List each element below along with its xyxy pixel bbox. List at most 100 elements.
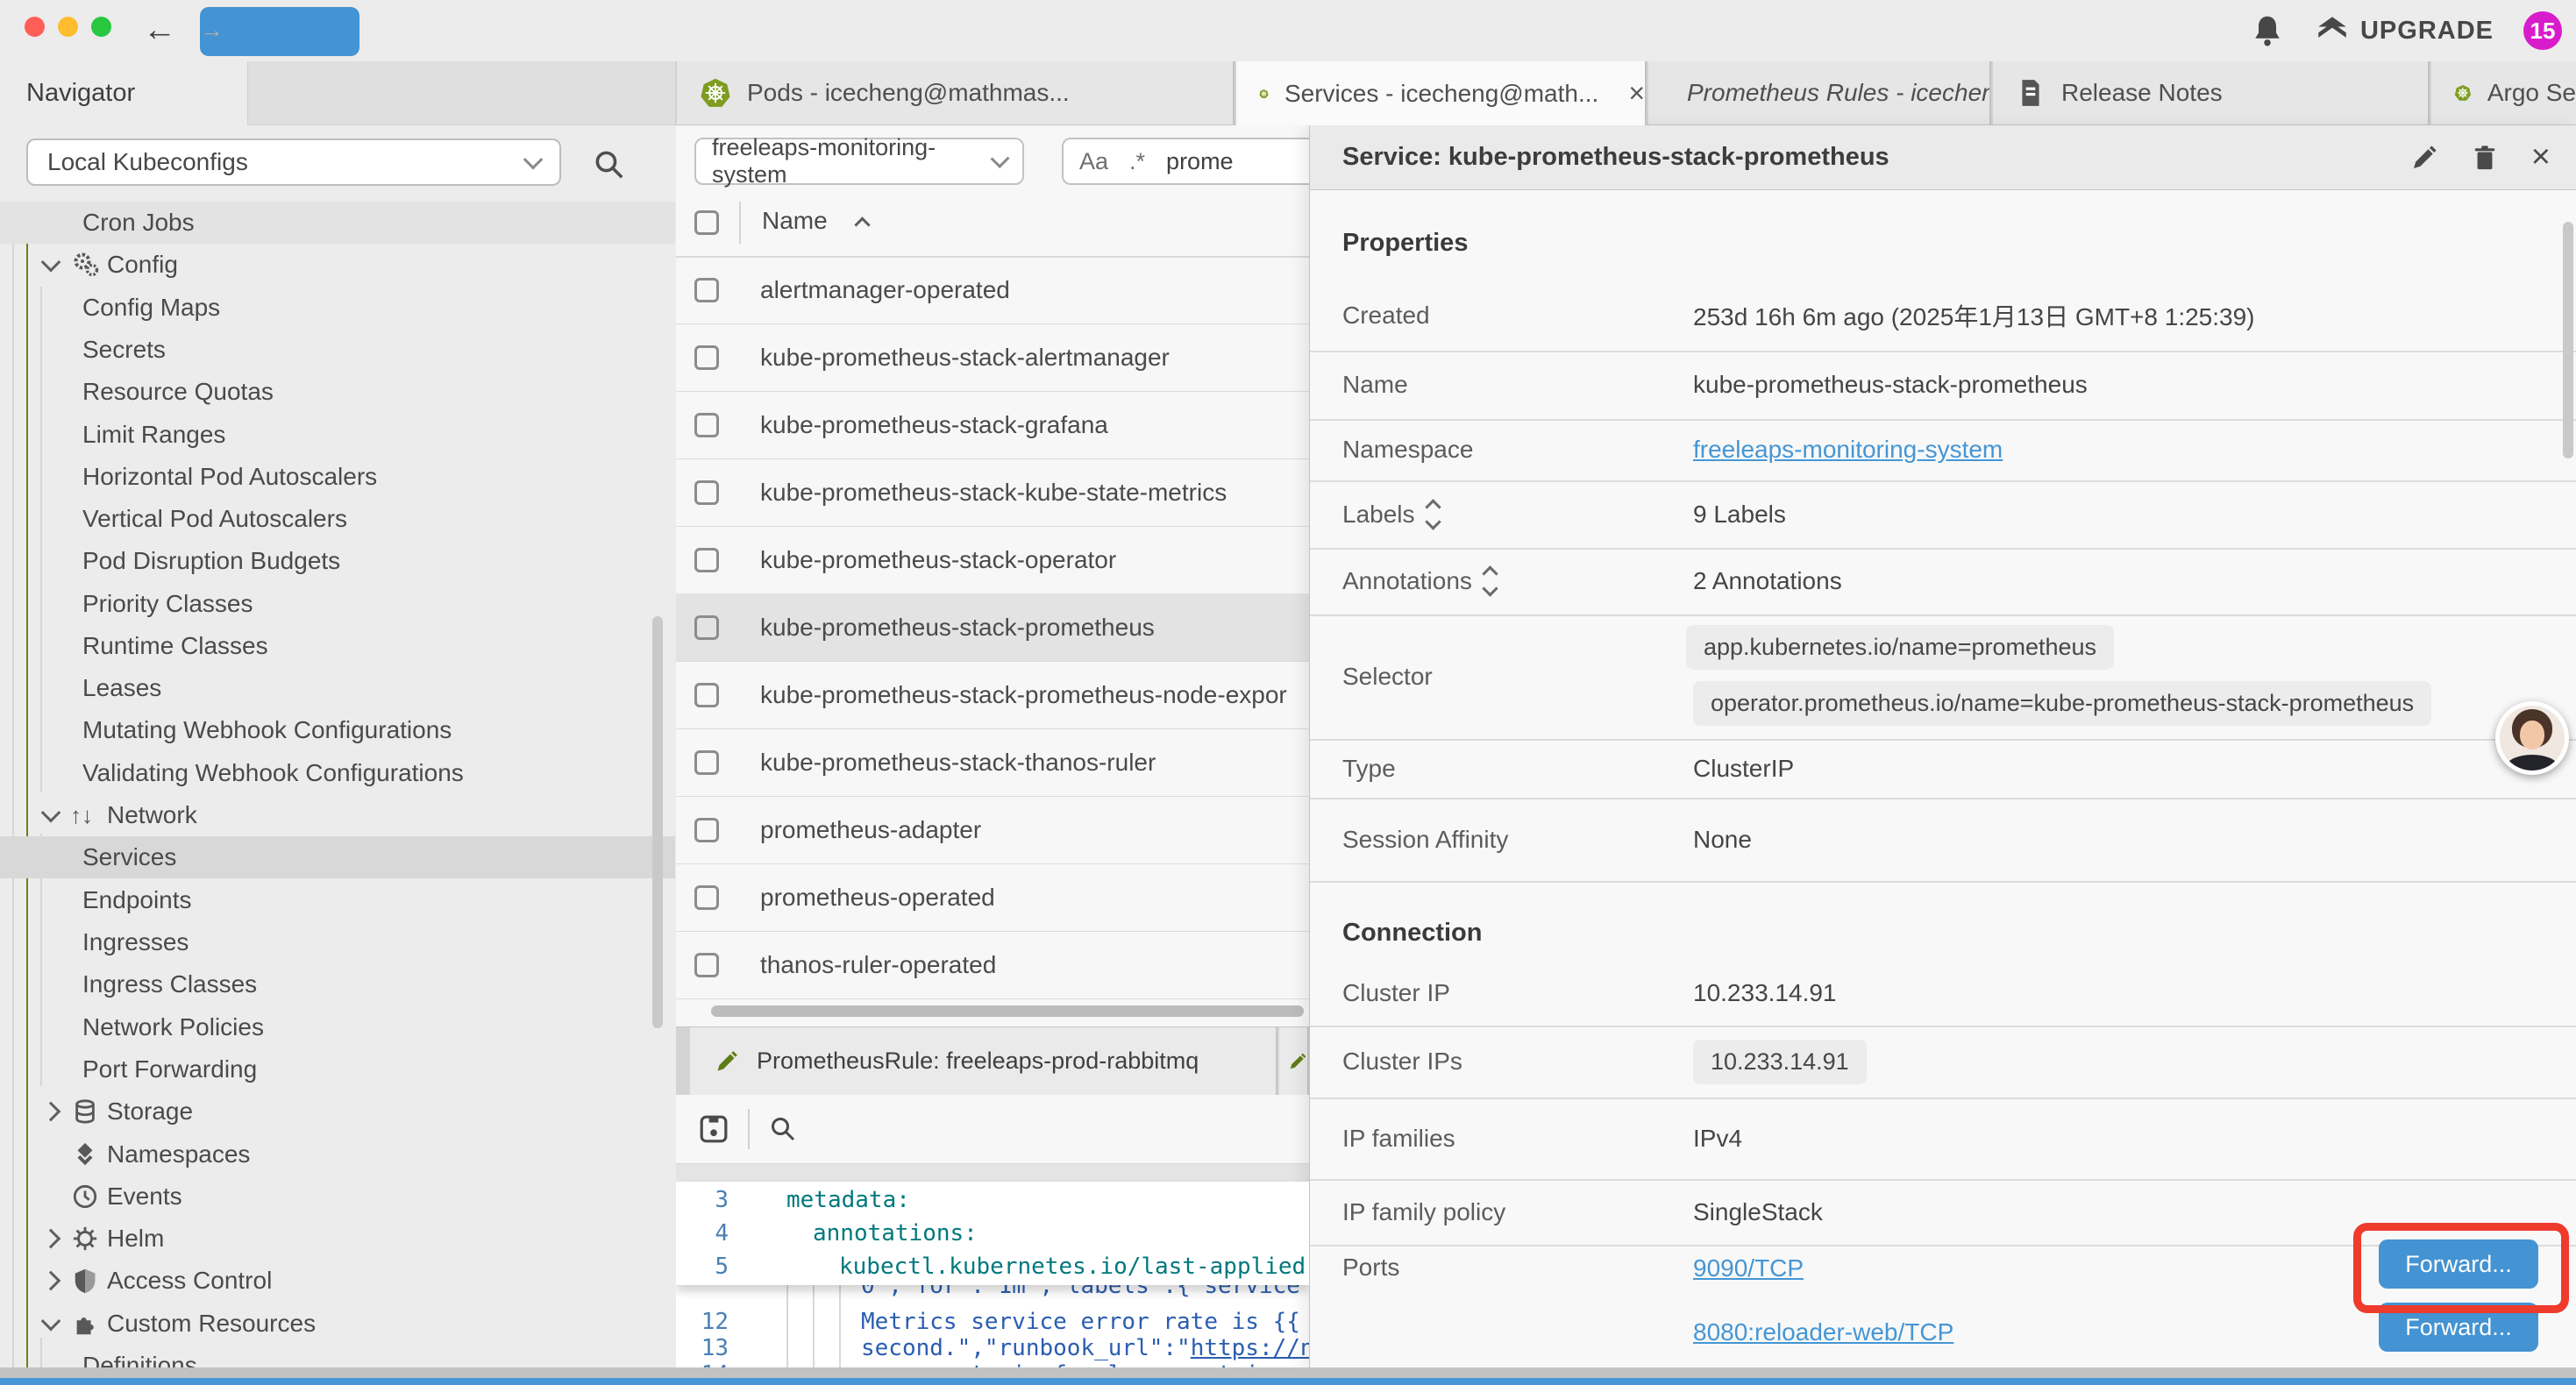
avatar[interactable] xyxy=(2495,701,2569,775)
sidebar-item-events[interactable]: Events xyxy=(0,1175,675,1218)
sidebar-item-validating-webhook-configurations[interactable]: Validating Webhook Configurations xyxy=(0,752,675,794)
editor-tab-label: PrometheusRule: freeleaps-prod-rabbitmq xyxy=(757,1048,1199,1075)
table-row[interactable]: thanos-ruler-operated xyxy=(676,931,1309,999)
namespace-link[interactable]: freeleaps-monitoring-system xyxy=(1693,436,2003,464)
sidebar-scrollbar[interactable] xyxy=(652,616,663,1028)
edit-pencil-icon[interactable] xyxy=(2410,144,2438,172)
sidebar-item-config-maps[interactable]: Config Maps xyxy=(0,287,675,329)
sidebar-item-runtime-classes[interactable]: Runtime Classes xyxy=(0,625,675,667)
chevron-down-icon xyxy=(41,803,61,823)
upgrade-button[interactable]: UPGRADE xyxy=(2315,15,2494,46)
row-checkbox[interactable] xyxy=(694,345,719,370)
table-row[interactable]: kube-prometheus-stack-thanos-ruler xyxy=(676,728,1309,797)
window-minimize-button[interactable] xyxy=(58,17,78,37)
window-close-button[interactable] xyxy=(25,17,45,37)
port-link[interactable]: 9090/TCP xyxy=(1693,1254,1804,1282)
code-line-partial: 0","for":"1m","labels":{"service":"f xyxy=(676,1285,1309,1304)
sidebar-item-helm[interactable]: Helm xyxy=(0,1218,675,1260)
kubeconfig-selector[interactable]: Local Kubeconfigs xyxy=(26,138,561,186)
table-row[interactable]: kube-prometheus-stack-prometheus-node-ex… xyxy=(676,661,1309,729)
table-row[interactable]: kube-prometheus-stack-alertmanager xyxy=(676,323,1309,392)
tab-pods-label: Pods - icecheng@mathmas... xyxy=(747,79,1070,107)
sidebar-item-ingresses[interactable]: Ingresses xyxy=(0,921,675,963)
code-line: kubectl.kubernetes.io/last-applied-co xyxy=(839,1254,1310,1280)
editor-tab-prometheusrule[interactable]: PrometheusRule: freeleaps-prod-rabbitmq xyxy=(690,1027,1277,1095)
row-checkbox[interactable] xyxy=(694,548,719,572)
line-number: 3 xyxy=(676,1187,729,1213)
editor-tab-partial[interactable] xyxy=(1279,1027,1309,1095)
sidebar-item-endpoints[interactable]: Endpoints xyxy=(0,879,675,921)
sidebar-item-cron-jobs[interactable]: Cron Jobs xyxy=(0,202,675,244)
yaml-editor[interactable]: 0","for":"1m","labels":{"service":"f 12M… xyxy=(676,1182,1309,1385)
service-search-input[interactable]: Aa .* prome xyxy=(1062,138,1310,185)
sidebar-item-leases[interactable]: Leases xyxy=(0,667,675,709)
row-checkbox[interactable] xyxy=(694,480,719,505)
editor-sticky-lines: 3metadata: 4annotations: 5kubectl.kubern… xyxy=(676,1182,1309,1285)
detail-scrollbar[interactable] xyxy=(2563,222,2573,458)
row-checkbox[interactable] xyxy=(694,615,719,640)
bell-icon[interactable] xyxy=(2250,13,2285,48)
row-checkbox[interactable] xyxy=(694,278,719,302)
back-arrow-icon[interactable]: ← xyxy=(143,7,176,53)
table-row[interactable]: prometheus-adapter xyxy=(676,796,1309,864)
sidebar-item-custom-resources[interactable]: Custom Resources xyxy=(0,1303,675,1345)
column-header-name[interactable]: Name xyxy=(762,207,828,235)
table-row[interactable]: prometheus-operated xyxy=(676,863,1309,932)
table-row[interactable]: kube-prometheus-stack-operator xyxy=(676,526,1309,594)
close-icon[interactable]: × xyxy=(2531,138,2551,176)
row-checkbox[interactable] xyxy=(694,885,719,910)
row-checkbox[interactable] xyxy=(694,413,719,437)
window-zoom-button[interactable] xyxy=(91,17,111,37)
sidebar-item-config[interactable]: Config xyxy=(0,244,675,286)
horizontal-scrollbar[interactable] xyxy=(711,1005,1304,1017)
sidebar-item-vertical-pod-autoscalers[interactable]: Vertical Pod Autoscalers xyxy=(0,498,675,540)
port-link[interactable]: 8080:reloader-web/TCP xyxy=(1693,1318,1953,1346)
sidebar-item-resource-quotas[interactable]: Resource Quotas xyxy=(0,371,675,413)
sidebar-item-storage[interactable]: Storage xyxy=(0,1090,675,1133)
tab-close-icon[interactable]: × xyxy=(1628,77,1645,110)
table-row[interactable]: alertmanager-operated xyxy=(676,256,1309,324)
regex-toggle[interactable]: .* xyxy=(1129,148,1145,175)
sidebar-item-services[interactable]: Services xyxy=(0,836,675,878)
tab-prometheus-rules[interactable]: Prometheus Rules - icecheng... xyxy=(1648,61,1991,124)
sidebar-item-horizontal-pod-autoscalers[interactable]: Horizontal Pod Autoscalers xyxy=(0,456,675,498)
sidebar-search-icon[interactable] xyxy=(593,148,626,181)
table-row[interactable]: kube-prometheus-stack-kube-state-metrics xyxy=(676,458,1309,527)
sidebar-item-priority-classes[interactable]: Priority Classes xyxy=(0,583,675,625)
sidebar-item-mutating-webhook-configurations[interactable]: Mutating Webhook Configurations xyxy=(0,709,675,751)
sidebar-item-network-policies[interactable]: Network Policies xyxy=(0,1006,675,1048)
select-all-checkbox[interactable] xyxy=(694,210,719,235)
expand-collapse-icon[interactable] xyxy=(1427,501,1439,528)
sort-ascending-icon[interactable] xyxy=(854,217,870,232)
sidebar-item-port-forwarding[interactable]: Port Forwarding xyxy=(0,1048,675,1090)
tab-services[interactable]: Services - icecheng@math... × xyxy=(1236,61,1647,125)
tab-navigator[interactable]: Navigator xyxy=(0,61,248,125)
sidebar-item-access-control[interactable]: Access Control xyxy=(0,1260,675,1302)
row-checkbox[interactable] xyxy=(694,953,719,977)
row-checkbox[interactable] xyxy=(694,818,719,842)
window-bottom-accent xyxy=(0,1378,2576,1385)
sidebar-item-ingress-classes[interactable]: Ingress Classes xyxy=(0,963,675,1005)
namespace-filter-select[interactable]: freeleaps-monitoring-system xyxy=(694,138,1024,185)
tab-pods[interactable]: Pods - icecheng@mathmas... xyxy=(677,61,1235,124)
editor-search-icon[interactable] xyxy=(769,1115,797,1143)
row-checkbox[interactable] xyxy=(694,750,719,775)
sidebar-item-namespaces[interactable]: Namespaces xyxy=(0,1133,675,1175)
save-icon[interactable] xyxy=(699,1114,729,1144)
sidebar-item-secrets[interactable]: Secrets xyxy=(0,329,675,371)
table-row[interactable]: kube-prometheus-stack-grafana xyxy=(676,391,1309,459)
tab-argo[interactable]: Argo Se xyxy=(2431,61,2576,124)
forward-arrow-icon[interactable]: → xyxy=(200,7,359,56)
match-case-toggle[interactable]: Aa xyxy=(1079,148,1108,175)
notification-count-badge[interactable]: 15 xyxy=(2523,11,2562,50)
table-row-selected[interactable]: kube-prometheus-stack-prometheus xyxy=(676,593,1309,662)
sidebar-item-network[interactable]: ↑↓ Network xyxy=(0,794,675,836)
window-titlebar: ← → UPGRADE 15 xyxy=(0,0,2576,62)
tab-release-notes[interactable]: Release Notes xyxy=(1993,61,2430,124)
namespaces-icon xyxy=(72,1141,98,1168)
expand-collapse-icon[interactable] xyxy=(1484,568,1496,594)
row-checkbox[interactable] xyxy=(694,683,719,707)
trash-icon[interactable] xyxy=(2472,144,2498,172)
sidebar-item-limit-ranges[interactable]: Limit Ranges xyxy=(0,414,675,456)
sidebar-item-pod-disruption-budgets[interactable]: Pod Disruption Budgets xyxy=(0,540,675,582)
